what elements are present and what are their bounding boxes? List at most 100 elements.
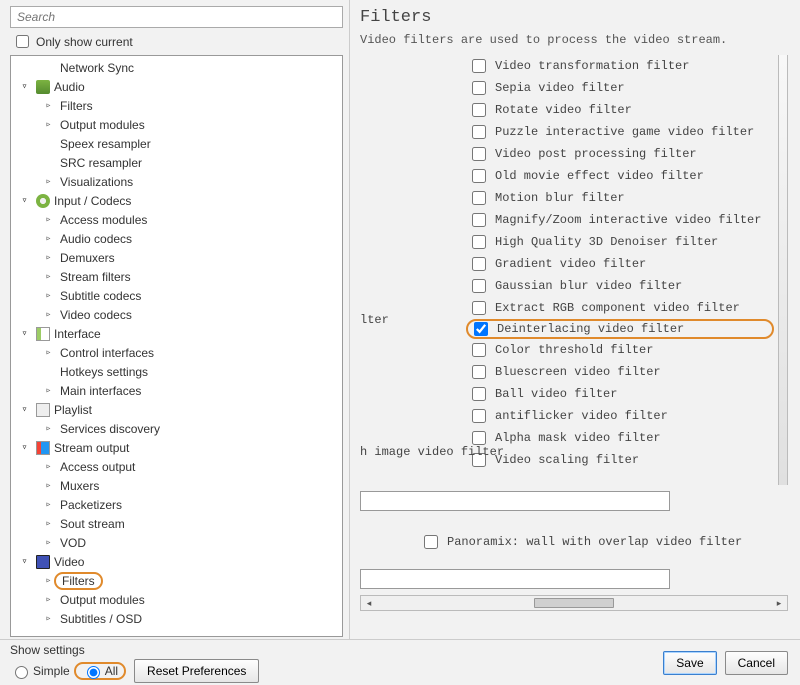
expand-icon[interactable] [43, 613, 54, 624]
expand-icon[interactable] [43, 233, 54, 244]
tree-item-subtitle-codecs[interactable]: Subtitle codecs [11, 286, 342, 305]
tree-item-access-output[interactable]: Access output [11, 457, 342, 476]
expand-icon[interactable] [43, 423, 54, 434]
radio-all[interactable]: All [82, 663, 118, 679]
radio-all-input[interactable] [87, 666, 100, 679]
tree-item-stream-output[interactable]: Stream output [11, 438, 342, 457]
filter-checkbox-alpha-mask-video-filter[interactable] [472, 431, 486, 445]
radio-simple[interactable]: Simple [10, 663, 70, 679]
tree-item-input-codecs[interactable]: Input / Codecs [11, 191, 342, 210]
filter-checkbox-gaussian-blur-video-filter[interactable] [472, 279, 486, 293]
expand-icon[interactable] [43, 594, 54, 605]
collapse-icon[interactable] [19, 556, 30, 567]
tree-item-subtitles-osd[interactable]: Subtitles / OSD [11, 609, 342, 628]
tree-item-video[interactable]: Video [11, 552, 342, 571]
collapse-icon[interactable] [19, 404, 30, 415]
tree-item-access-modules[interactable]: Access modules [11, 210, 342, 229]
expand-icon[interactable] [43, 537, 54, 548]
tree-item-output-modules[interactable]: Output modules [11, 590, 342, 609]
filter-checkbox-magnify-zoom-interactive-video-filter[interactable] [472, 213, 486, 227]
tree-item-src-resampler[interactable]: SRC resampler [11, 153, 342, 172]
tree-item-visualizations[interactable]: Visualizations [11, 172, 342, 191]
filter-checkbox-video-transformation-filter[interactable] [472, 59, 486, 73]
filter-checkbox-rotate-video-filter[interactable] [472, 103, 486, 117]
tree-item-main-interfaces[interactable]: Main interfaces [11, 381, 342, 400]
only-show-current[interactable]: Only show current [10, 32, 343, 51]
tree-item-video-codecs[interactable]: Video codecs [11, 305, 342, 324]
tree-item-output-modules[interactable]: Output modules [11, 115, 342, 134]
tree-item-hotkeys-settings[interactable]: Hotkeys settings [11, 362, 342, 381]
filter-checkbox-sepia-video-filter[interactable] [472, 81, 486, 95]
expand-icon[interactable] [43, 461, 54, 472]
expand-icon[interactable] [43, 518, 54, 529]
filter-checkbox-motion-blur-filter[interactable] [472, 191, 486, 205]
tree-item-services-discovery[interactable]: Services discovery [11, 419, 342, 438]
filter-row: Video scaling filter [468, 449, 774, 471]
tree-item-filters[interactable]: Filters [11, 96, 342, 115]
expand-icon[interactable] [43, 119, 54, 130]
save-button[interactable]: Save [663, 651, 716, 675]
tree-item-interface[interactable]: Interface [11, 324, 342, 343]
expand-icon[interactable] [43, 176, 54, 187]
tree-item-playlist[interactable]: Playlist [11, 400, 342, 419]
collapse-icon[interactable] [19, 195, 30, 206]
filter-checkbox-extract-rgb-component-video-filter[interactable] [472, 301, 486, 315]
horizontal-scrollbar[interactable]: ◂ ▸ [360, 595, 788, 611]
collapse-icon[interactable] [19, 328, 30, 339]
tree-item-label: Access output [60, 460, 135, 474]
tree-item-audio[interactable]: Audio [11, 77, 342, 96]
tree-item-audio-codecs[interactable]: Audio codecs [11, 229, 342, 248]
tree-item-stream-filters[interactable]: Stream filters [11, 267, 342, 286]
expand-icon[interactable] [43, 271, 54, 282]
expand-icon[interactable] [43, 575, 54, 586]
tree-item-demuxers[interactable]: Demuxers [11, 248, 342, 267]
expand-icon[interactable] [43, 252, 54, 263]
tree-item-filters[interactable]: Filters [11, 571, 342, 590]
expand-icon[interactable] [43, 347, 54, 358]
tree-item-label: Audio [54, 80, 85, 94]
expand-icon[interactable] [43, 214, 54, 225]
expand-icon[interactable] [43, 385, 54, 396]
settings-tree[interactable]: Network SyncAudioFiltersOutput modulesSp… [10, 55, 343, 637]
tree-item-muxers[interactable]: Muxers [11, 476, 342, 495]
reset-preferences-button[interactable]: Reset Preferences [134, 659, 259, 683]
tree-item-label: Video codecs [60, 308, 132, 322]
tree-item-control-interfaces[interactable]: Control interfaces [11, 343, 342, 362]
filter-checkbox-deinterlacing-video-filter[interactable] [474, 322, 488, 336]
filter-checkbox-color-threshold-filter[interactable] [472, 343, 486, 357]
expand-icon[interactable] [43, 100, 54, 111]
tree-item-speex-resampler[interactable]: Speex resampler [11, 134, 342, 153]
filter-checkbox-ball-video-filter[interactable] [472, 387, 486, 401]
filter-checkbox-old-movie-effect-video-filter[interactable] [472, 169, 486, 183]
cancel-button[interactable]: Cancel [725, 651, 788, 675]
expand-icon[interactable] [43, 290, 54, 301]
filter-row: Rotate video filter [468, 99, 774, 121]
filter-checkbox-high-quality-3d-denoiser-filter[interactable] [472, 235, 486, 249]
expand-icon[interactable] [43, 499, 54, 510]
scroll-thumb[interactable] [534, 598, 614, 608]
tree-item-label: Packetizers [60, 498, 122, 512]
only-show-current-checkbox[interactable] [16, 35, 29, 48]
filter-checkbox-bluescreen-video-filter[interactable] [472, 365, 486, 379]
search-input[interactable] [10, 6, 343, 28]
collapse-icon[interactable] [19, 81, 30, 92]
filter-checkbox-video-post-processing-filter[interactable] [472, 147, 486, 161]
show-settings-label: Show settings [10, 643, 259, 657]
radio-simple-input[interactable] [15, 666, 28, 679]
expand-icon[interactable] [43, 480, 54, 491]
text-input-1[interactable] [360, 491, 670, 511]
filter-checkbox-gradient-video-filter[interactable] [472, 257, 486, 271]
tree-item-vod[interactable]: VOD [11, 533, 342, 552]
text-input-2[interactable] [360, 569, 670, 589]
panoramix-checkbox[interactable] [424, 535, 438, 549]
tree-item-packetizers[interactable]: Packetizers [11, 495, 342, 514]
filter-checkbox-puzzle-interactive-game-video-filter[interactable] [472, 125, 486, 139]
scroll-left-icon[interactable]: ◂ [361, 598, 377, 609]
vertical-scrollbar[interactable] [778, 55, 788, 485]
scroll-right-icon[interactable]: ▸ [771, 598, 787, 609]
filter-checkbox-antiflicker-video-filter[interactable] [472, 409, 486, 423]
expand-icon[interactable] [43, 309, 54, 320]
tree-item-network-sync[interactable]: Network Sync [11, 58, 342, 77]
tree-item-sout-stream[interactable]: Sout stream [11, 514, 342, 533]
collapse-icon[interactable] [19, 442, 30, 453]
